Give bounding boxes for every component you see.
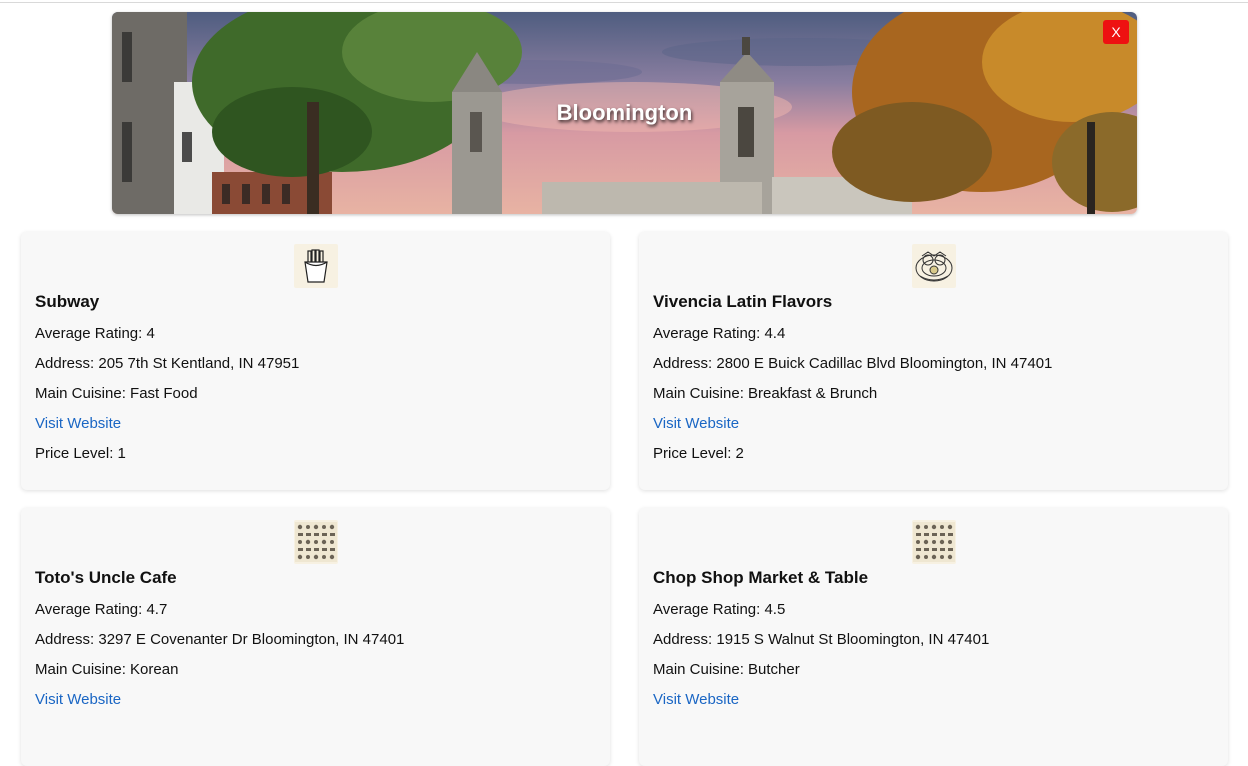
address: Address: 2800 E Buick Cadillac Blvd Bloo… (653, 355, 1053, 372)
food-pattern-icon (293, 520, 338, 564)
price-level: Price Level: 2 (653, 445, 744, 462)
food-pattern-icon (911, 520, 956, 564)
address: Address: 3297 E Covenanter Dr Bloomingto… (35, 631, 405, 648)
visit-website-link[interactable]: Visit Website (653, 691, 739, 708)
visit-website-link[interactable]: Visit Website (35, 691, 121, 708)
city-title: Bloomington (556, 100, 693, 125)
restaurant-name: Vivencia Latin Flavors (653, 292, 833, 311)
average-rating: Average Rating: 4.5 (653, 601, 786, 618)
visit-website-link[interactable]: Visit Website (35, 415, 121, 432)
average-rating: Average Rating: 4 (35, 325, 155, 342)
restaurant-name: Chop Shop Market & Table (653, 568, 869, 587)
restaurant-card: Toto's Uncle Cafe Average Rating: 4.7 Ad… (21, 508, 610, 766)
visit-website-link[interactable]: Visit Website (653, 415, 739, 432)
top-divider (0, 2, 1248, 3)
close-button[interactable]: X (1103, 20, 1129, 44)
address: Address: 205 7th St Kentland, IN 47951 (35, 355, 300, 372)
price-level: Price Level: 1 (35, 445, 126, 462)
average-rating: Average Rating: 4.7 (35, 601, 168, 618)
address: Address: 1915 S Walnut St Bloomington, I… (653, 631, 990, 648)
restaurant-name: Subway (35, 292, 100, 311)
restaurant-card: Vivencia Latin Flavors Average Rating: 4… (639, 232, 1228, 490)
main-cuisine: Main Cuisine: Breakfast & Brunch (653, 385, 878, 402)
restaurant-name: Toto's Uncle Cafe (35, 568, 177, 587)
average-rating: Average Rating: 4.4 (653, 325, 786, 342)
restaurant-card: Chop Shop Market & Table Average Rating:… (639, 508, 1228, 766)
city-banner: Bloomington X (112, 12, 1137, 214)
main-cuisine: Main Cuisine: Butcher (653, 661, 800, 678)
main-cuisine: Main Cuisine: Korean (35, 661, 179, 678)
fries-icon (293, 244, 338, 288)
restaurant-card: Subway Average Rating: 4 Address: 205 7t… (21, 232, 610, 490)
main-cuisine: Main Cuisine: Fast Food (35, 385, 198, 402)
restaurant-grid: Subway Average Rating: 4 Address: 205 7t… (21, 232, 1228, 766)
breakfast-plate-icon (911, 244, 956, 288)
